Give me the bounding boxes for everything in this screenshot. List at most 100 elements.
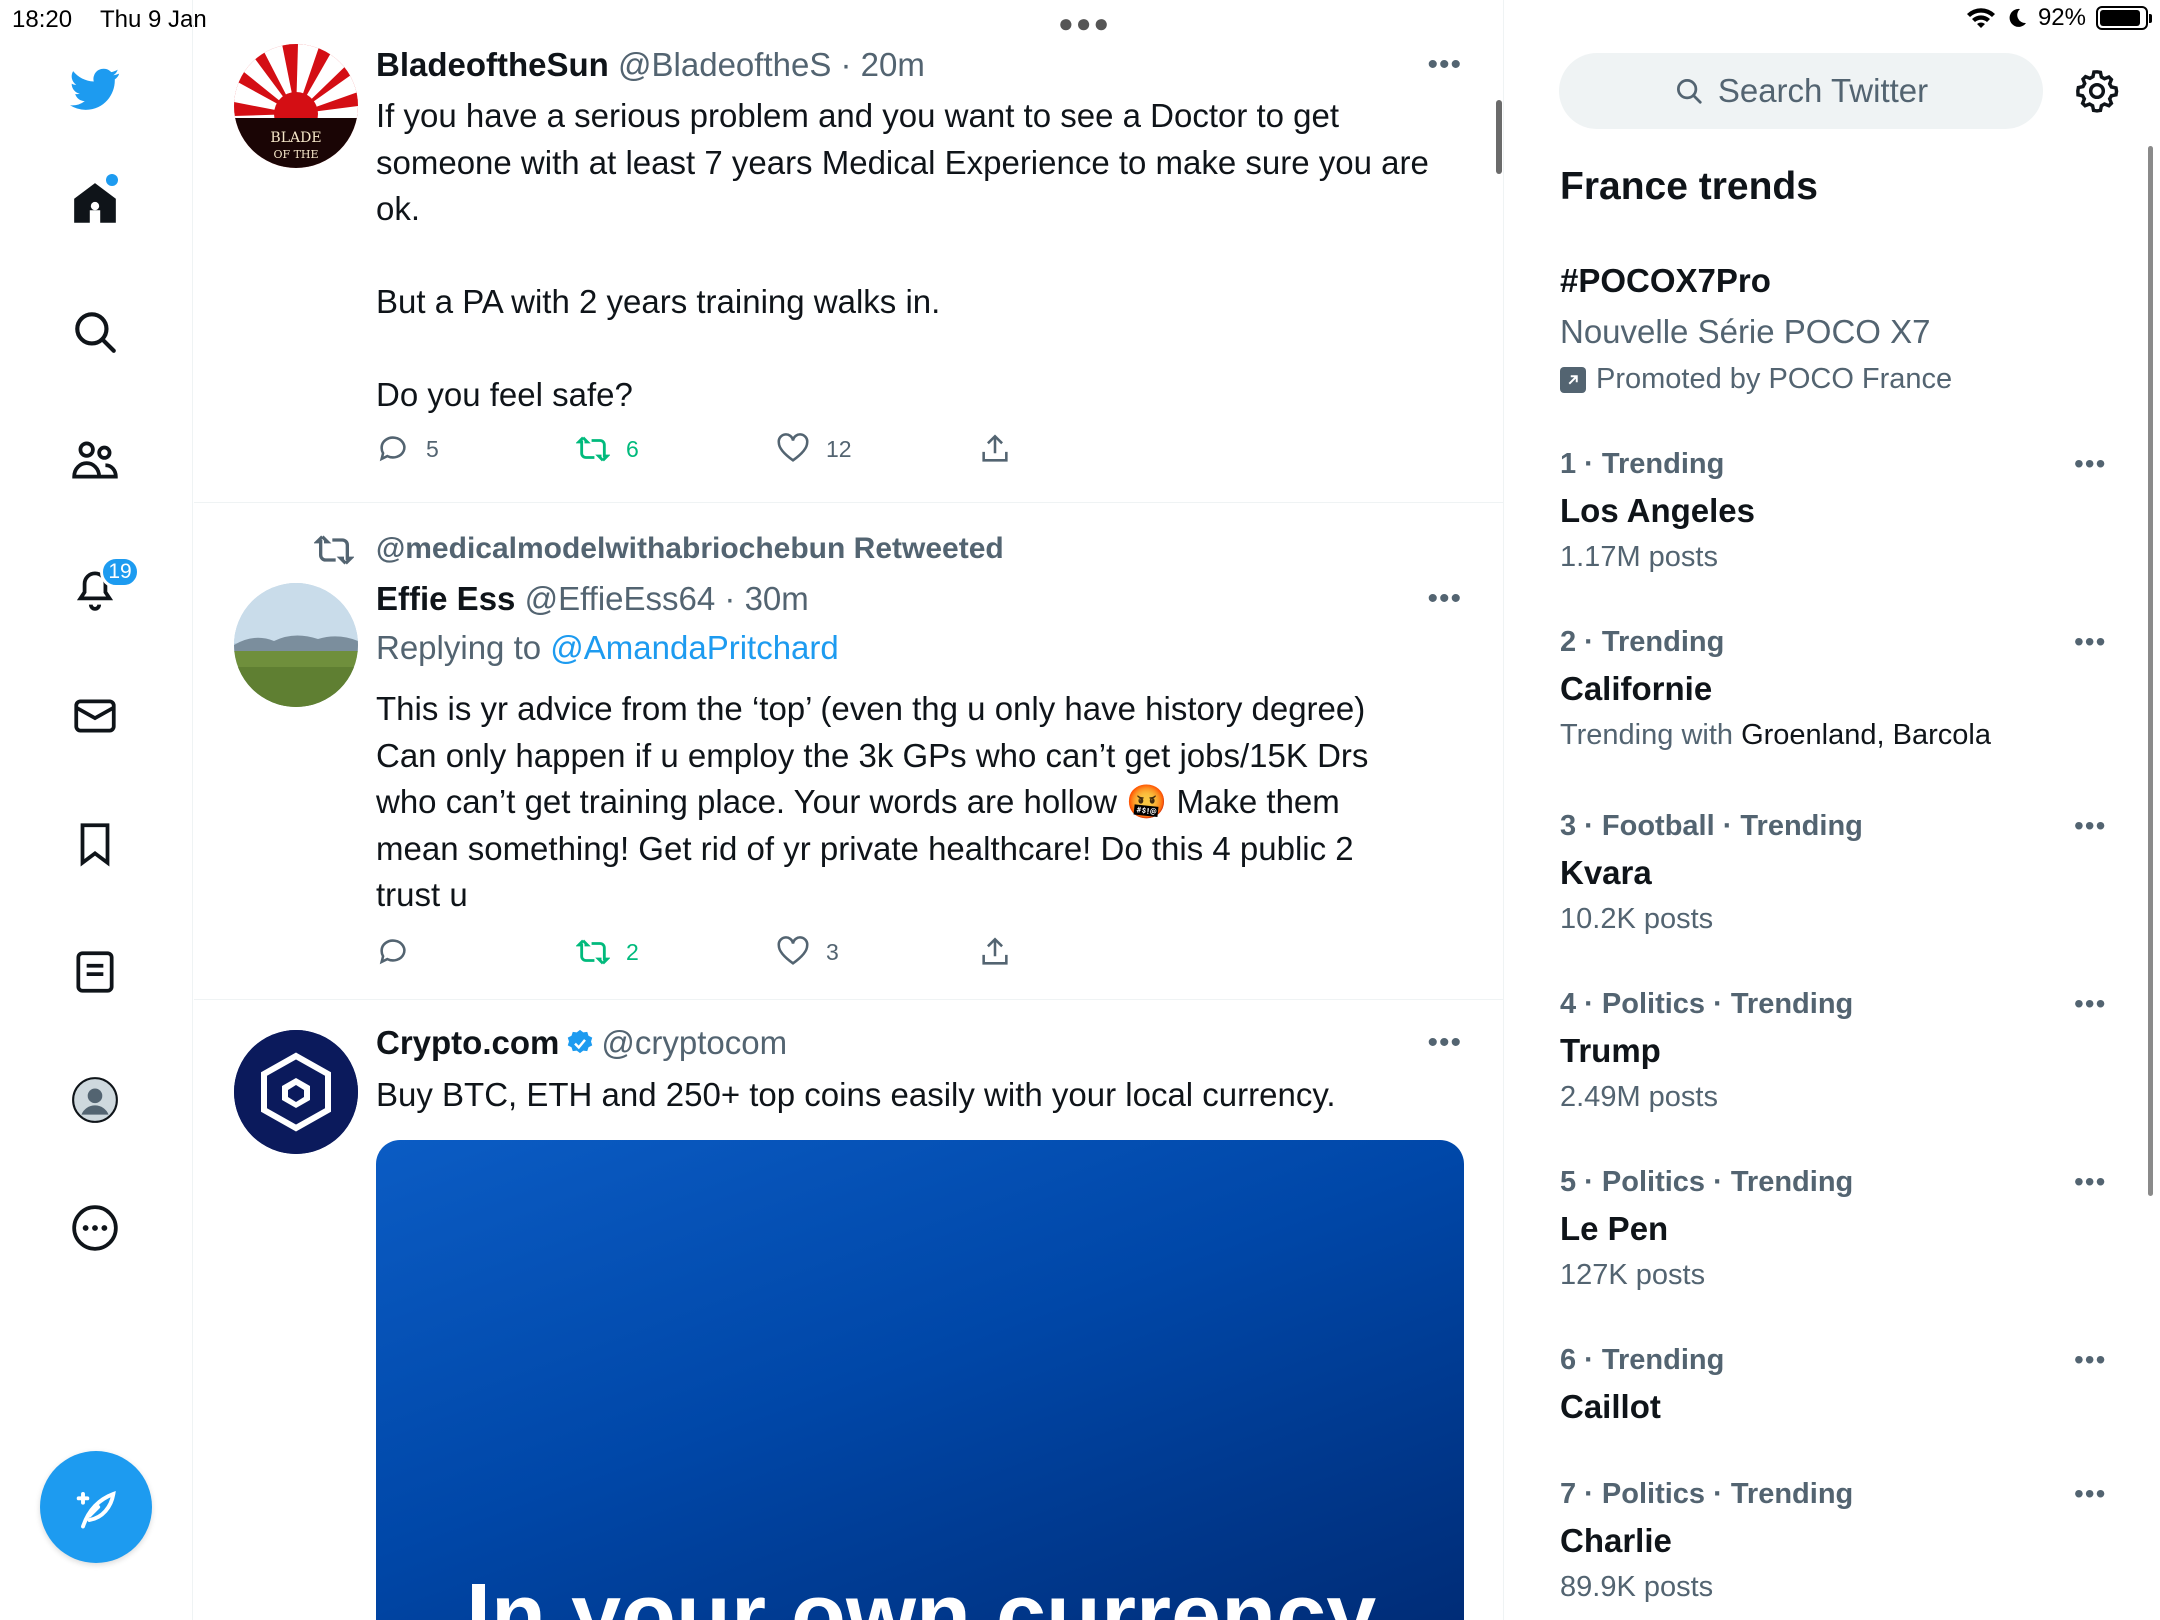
tweet-media-image[interactable]: In your own currency: [376, 1140, 1464, 1620]
trend-posts: 10.2K posts: [1560, 903, 1714, 935]
communities-icon[interactable]: [66, 431, 124, 489]
share-button[interactable]: [978, 935, 1012, 969]
trend-posts: 127K posts: [1560, 1259, 1706, 1291]
tweet-author-handle[interactable]: @BladeoftheS: [618, 46, 831, 83]
retweeted-by-label[interactable]: @medicalmodelwithabriochebun Retweeted: [376, 532, 1004, 566]
reply-button[interactable]: [376, 935, 426, 969]
trend-more-icon[interactable]: •••: [2074, 448, 2106, 480]
reply-icon: [379, 939, 406, 965]
tweet-author-name[interactable]: Effie Ess: [376, 580, 515, 617]
trend-more-icon[interactable]: •••: [2074, 1478, 2106, 1510]
retweet-count: 6: [626, 435, 639, 462]
timeline[interactable]: BLADE OF THE BladeoftheSun @BladeoftheS …: [194, 0, 1504, 1620]
search-icon[interactable]: [66, 303, 124, 361]
timeline-scrollbar[interactable]: [1496, 100, 1502, 174]
like-count: 12: [826, 435, 852, 462]
trend-more-icon[interactable]: •••: [2074, 988, 2106, 1020]
trend-more-icon[interactable]: •••: [2074, 1166, 2106, 1198]
trend-related-values: Groenland, Barcola: [1741, 719, 1991, 751]
promoted-trend-tag[interactable]: #POCOX7Pro: [1560, 262, 1771, 300]
trend-more-icon[interactable]: •••: [2074, 1344, 2106, 1376]
compose-tweet-button[interactable]: [40, 1451, 152, 1563]
trend-meta: 4 · Politics · Trending: [1560, 988, 1854, 1020]
trend-name: Trump: [1560, 1032, 1661, 1069]
replying-to-label: Replying to: [376, 629, 542, 666]
sidebar-scrollbar[interactable]: [2148, 146, 2153, 1196]
trend-name: Los Angeles: [1560, 492, 1755, 529]
trend-meta: 6 · Trending: [1560, 1344, 1725, 1376]
trends-title: France trends: [1560, 165, 1818, 208]
battery-percent: 92%: [2037, 4, 2086, 31]
reply-count: 5: [426, 435, 439, 462]
trend-more-icon[interactable]: •••: [2074, 626, 2106, 658]
tweet-timestamp[interactable]: · 20m: [841, 46, 925, 83]
retweet-icon: [576, 939, 610, 965]
tweet-author-name[interactable]: Crypto.com: [376, 1024, 559, 1061]
trend-item[interactable]: 3 · Football · Trending Kvara 10.2K post…: [1560, 810, 2120, 980]
twitter-logo-icon[interactable]: [66, 60, 124, 118]
trend-item[interactable]: 7 · Politics · Trending Charlie 89.9K po…: [1560, 1478, 2120, 1620]
tweet-actions: 2 3: [376, 935, 1176, 975]
retweet-count: 2: [626, 938, 639, 965]
tweet-timestamp[interactable]: · 30m: [724, 580, 808, 617]
heart-icon: [777, 936, 809, 965]
more-options-icon[interactable]: [66, 1199, 124, 1257]
avatar-cryptocom[interactable]: [234, 1030, 358, 1154]
avatar-bladeofthesun[interactable]: BLADE OF THE: [234, 44, 358, 168]
trend-meta: 7 · Politics · Trending: [1560, 1478, 1854, 1510]
trend-name: Kvara: [1560, 854, 1652, 891]
tweet-bladeofthesun[interactable]: BLADE OF THE BladeoftheSun @BladeoftheS …: [194, 0, 1504, 503]
retweet-button[interactable]: 6: [576, 432, 639, 466]
compose-feather-icon: [76, 1490, 116, 1529]
trend-meta: 1 · Trending: [1560, 448, 1725, 480]
trend-meta: 2 · Trending: [1560, 626, 1725, 658]
tweet-more-icon[interactable]: •••: [1427, 582, 1462, 616]
messages-envelope-icon[interactable]: [66, 687, 124, 745]
like-button[interactable]: 12: [776, 432, 852, 466]
bookmarks-icon[interactable]: [66, 815, 124, 873]
tweet-author-handle[interactable]: @EffieEss64: [525, 580, 716, 617]
settings-gear-icon[interactable]: [2074, 68, 2120, 114]
trend-related: Trending with Groenland, Barcola: [1560, 719, 1991, 752]
tweet-author-name[interactable]: BladeoftheSun: [376, 46, 609, 83]
tweet-author-handle[interactable]: @cryptocom: [601, 1024, 787, 1061]
tweet-more-icon[interactable]: •••: [1427, 1026, 1462, 1060]
media-headline: In your own currency: [466, 1566, 1377, 1620]
verified-badge-icon: [568, 1029, 593, 1054]
tweet-text: Buy BTC, ETH and 250+ top coins easily w…: [376, 1076, 1336, 1113]
like-count: 3: [826, 938, 839, 965]
trend-item[interactable]: 1 · Trending Los Angeles 1.17M posts •••: [1560, 448, 2120, 618]
trend-more-icon[interactable]: •••: [2074, 810, 2106, 842]
trend-posts: 2.49M posts: [1560, 1081, 1718, 1113]
battery-icon: [2096, 6, 2152, 30]
svg-text:OF THE: OF THE: [273, 148, 318, 161]
tweet-effie-ess[interactable]: @medicalmodelwithabriochebun Retweeted E…: [194, 503, 1504, 1000]
trend-name: Caillot: [1560, 1388, 1661, 1425]
trend-name: Californie: [1560, 670, 1713, 707]
trend-item[interactable]: 5 · Politics · Trending Le Pen 127K post…: [1560, 1166, 2120, 1336]
retweeted-icon: [314, 535, 354, 565]
promoted-trend-desc: Nouvelle Série POCO X7: [1560, 313, 1931, 350]
reply-button[interactable]: 5: [376, 432, 439, 466]
profile-icon[interactable]: [66, 1071, 124, 1129]
trend-item[interactable]: 2 · Trending Californie Trending with Gr…: [1560, 626, 2120, 796]
reply-icon: [379, 436, 406, 462]
retweet-button[interactable]: 2: [576, 935, 639, 969]
search-icon: [1676, 79, 1702, 104]
lists-icon[interactable]: [66, 943, 124, 1001]
share-button[interactable]: [978, 432, 1012, 466]
search-twitter-input[interactable]: Search Twitter: [1559, 53, 2043, 129]
trend-related-label: Trending with: [1560, 719, 1734, 751]
trend-meta: 5 · Politics · Trending: [1560, 1166, 1854, 1198]
like-button[interactable]: 3: [776, 935, 839, 969]
tweet-more-icon[interactable]: •••: [1427, 48, 1462, 82]
svg-text:BLADE: BLADE: [270, 130, 321, 146]
replying-to-handle-link[interactable]: @AmandaPritchard: [550, 629, 838, 666]
avatar-effie-ess[interactable]: [234, 583, 358, 707]
share-icon: [982, 434, 1008, 462]
tweet-cryptocom[interactable]: Crypto.com @cryptocom ••• Buy BTC, ETH an…: [194, 1000, 1504, 1620]
notification-badge: 19: [100, 556, 140, 588]
trend-name: Le Pen: [1560, 1210, 1669, 1247]
left-nav: 19: [0, 0, 193, 1620]
trend-item[interactable]: 4 · Politics · Trending Trump 2.49M post…: [1560, 988, 2120, 1158]
